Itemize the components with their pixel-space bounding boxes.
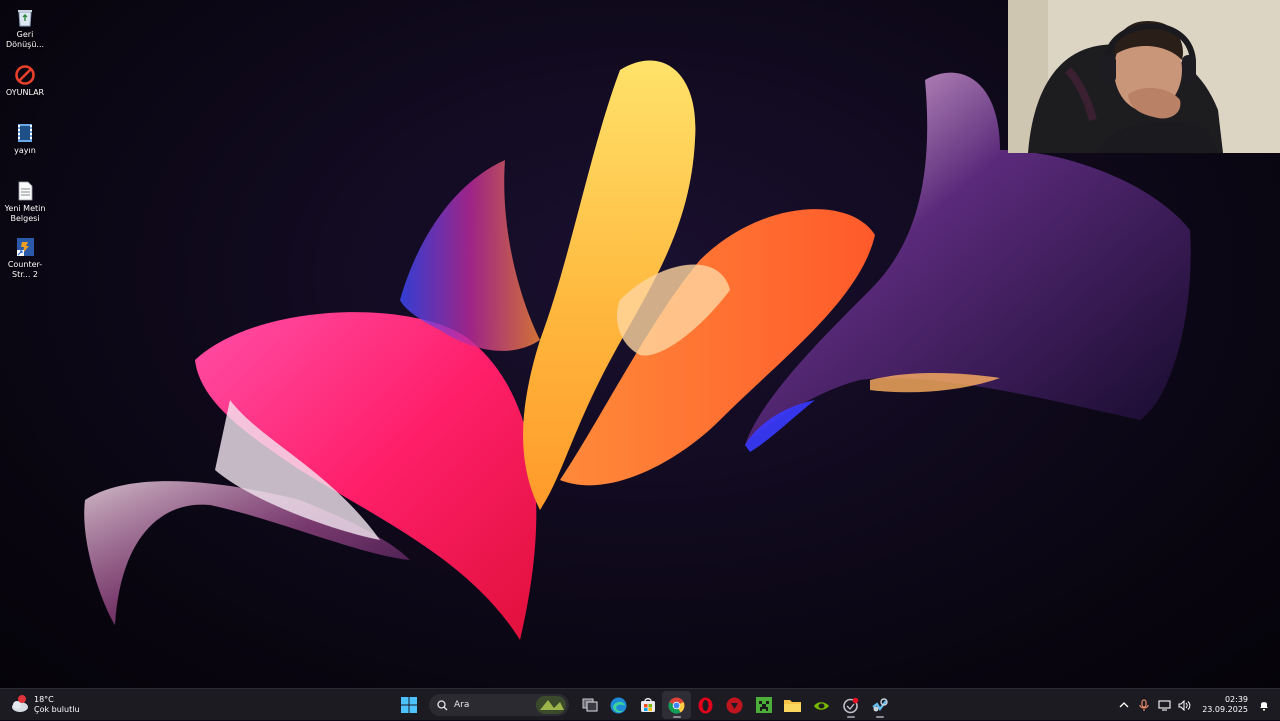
volume-button[interactable] — [1174, 691, 1194, 719]
desktop-icon-label: Geri Dönüşü... — [5, 30, 45, 49]
desktop-icon-text-file[interactable]: Yeni Metin Belgesi — [0, 176, 50, 224]
steam-icon — [872, 697, 888, 711]
forbidden-folder-icon — [15, 65, 35, 85]
microphone-button[interactable] — [1134, 691, 1154, 719]
search-icon — [437, 699, 448, 710]
weather-desc: Çok bulutlu — [34, 705, 80, 714]
weather-icon — [10, 695, 30, 715]
network-icon — [1158, 699, 1171, 711]
nvidia-icon — [813, 698, 830, 712]
clock-date: 23.09.2025 — [1202, 705, 1248, 714]
store-icon — [640, 698, 655, 712]
chrome-button[interactable] — [662, 691, 691, 719]
store-button[interactable] — [633, 691, 662, 719]
opera-button[interactable] — [691, 691, 720, 719]
clock[interactable]: 02:39 23.09.2025 — [1202, 695, 1248, 715]
steam-button[interactable] — [865, 691, 894, 719]
desktop-icon-yayin[interactable]: yayın — [0, 118, 50, 156]
red-app-button[interactable] — [720, 691, 749, 719]
video-file-icon — [18, 124, 32, 142]
opera-icon — [698, 697, 713, 713]
taskbar-apps: Ara — [394, 689, 894, 721]
start-button[interactable] — [394, 691, 423, 719]
desktop-icon-counter-strike[interactable]: Counter-Str... 2 — [0, 232, 50, 280]
task-view-icon — [582, 698, 597, 712]
desktop-icon-label: yayın — [14, 146, 36, 155]
active-indicator — [672, 716, 681, 718]
chevron-up-icon — [1119, 702, 1129, 708]
game-shortcut-icon — [17, 238, 34, 256]
microphone-icon — [1139, 698, 1149, 711]
minecraft-icon — [755, 697, 772, 713]
file-explorer-icon — [784, 699, 801, 712]
notification-button[interactable] — [1254, 691, 1274, 719]
desktop-icon-label: Yeni Metin Belgesi — [4, 204, 46, 223]
search-placeholder: Ara — [454, 700, 470, 710]
desktop-icon-label: Counter-Str... 2 — [7, 260, 43, 279]
weather-temp: 18°C — [34, 695, 54, 704]
clock-time: 02:39 — [1224, 695, 1248, 704]
app-button[interactable] — [836, 691, 865, 719]
nvidia-button[interactable] — [807, 691, 836, 719]
file-explorer-button[interactable] — [778, 691, 807, 719]
task-view-button[interactable] — [575, 691, 604, 719]
system-tray: 02:39 23.09.2025 — [1114, 689, 1280, 721]
red-app-icon — [726, 697, 743, 713]
edge-button[interactable] — [604, 691, 633, 719]
search-highlight-icon — [536, 696, 566, 714]
active-indicator — [875, 716, 884, 718]
desktop-icon-oyunlar[interactable]: OYUNLAR — [0, 60, 50, 98]
speaker-icon — [1178, 699, 1191, 711]
taskbar-search-box[interactable]: Ara — [429, 694, 569, 716]
webcam-feed — [1008, 0, 1280, 153]
weather-text: 18°C Çok bulutlu — [34, 695, 80, 715]
text-file-icon — [18, 181, 33, 201]
taskbar: 18°C Çok bulutlu Ara 02:39 23.09.2025 — [0, 688, 1280, 720]
tray-overflow-button[interactable] — [1114, 691, 1134, 719]
desktop-icon-recycle-bin[interactable]: Geri Dönüşü... — [0, 2, 50, 50]
start-icon — [400, 697, 417, 713]
weather-widget[interactable]: 18°C Çok bulutlu — [10, 692, 80, 718]
active-indicator — [846, 716, 855, 718]
app-icon — [843, 697, 859, 713]
bell-icon — [1260, 702, 1268, 711]
webcam-overlay — [1008, 0, 1280, 153]
edge-icon — [610, 697, 627, 713]
recycle-bin-icon — [18, 10, 32, 27]
minecraft-button[interactable] — [749, 691, 778, 719]
desktop-icon-label: OYUNLAR — [5, 88, 45, 97]
chrome-icon — [668, 697, 685, 714]
network-button[interactable] — [1154, 691, 1174, 719]
